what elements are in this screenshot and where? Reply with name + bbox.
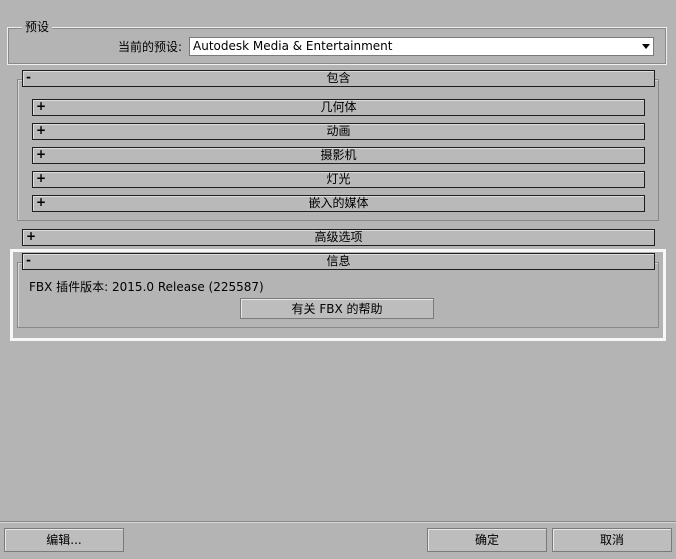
advanced-options-rollout[interactable]: + 高级选项 [22,229,655,246]
include-title: 包含 [326,71,351,85]
expand-icon: + [26,229,37,243]
expand-icon: + [36,123,47,137]
rollout-cameras[interactable]: + 摄影机 [32,147,645,164]
rollout-animation-label: 动画 [326,124,351,138]
collapse-icon: - [26,70,31,84]
expand-icon: + [36,171,47,185]
fbx-version-text: FBX 插件版本: 2015.0 Release (225587) [29,280,264,294]
expand-icon: + [36,99,47,113]
rollout-embedded-media-label: 嵌入的媒体 [308,196,369,210]
preset-dropdown-value: Autodesk Media & Entertainment [193,39,393,53]
fbx-help-button[interactable]: 有关 FBX 的帮助 [240,298,434,319]
preset-legend: 预设 [22,20,53,34]
ok-button[interactable]: 确定 [427,528,547,552]
expand-icon: + [36,147,47,161]
rollout-cameras-label: 摄影机 [320,148,357,162]
expand-icon: + [36,195,47,209]
rollout-lights[interactable]: + 灯光 [32,171,645,188]
preset-dropdown[interactable]: Autodesk Media & Entertainment [189,37,654,56]
edit-button[interactable]: 编辑... [4,528,124,552]
include-rollout-header[interactable]: - 包含 [22,70,655,87]
footer-divider [0,521,676,523]
current-preset-label: 当前的预设: [118,40,183,54]
chevron-down-icon[interactable] [642,44,650,49]
collapse-icon: - [26,253,31,267]
info-rollout-header[interactable]: - 信息 [22,253,655,270]
rollout-geometry-label: 几何体 [320,100,357,114]
rollout-embedded-media[interactable]: + 嵌入的媒体 [32,195,645,212]
info-title: 信息 [326,254,351,268]
cancel-button[interactable]: 取消 [552,528,672,552]
rollout-lights-label: 灯光 [326,172,351,186]
rollout-geometry[interactable]: + 几何体 [32,99,645,116]
rollout-animation[interactable]: + 动画 [32,123,645,140]
advanced-options-title: 高级选项 [314,230,363,244]
